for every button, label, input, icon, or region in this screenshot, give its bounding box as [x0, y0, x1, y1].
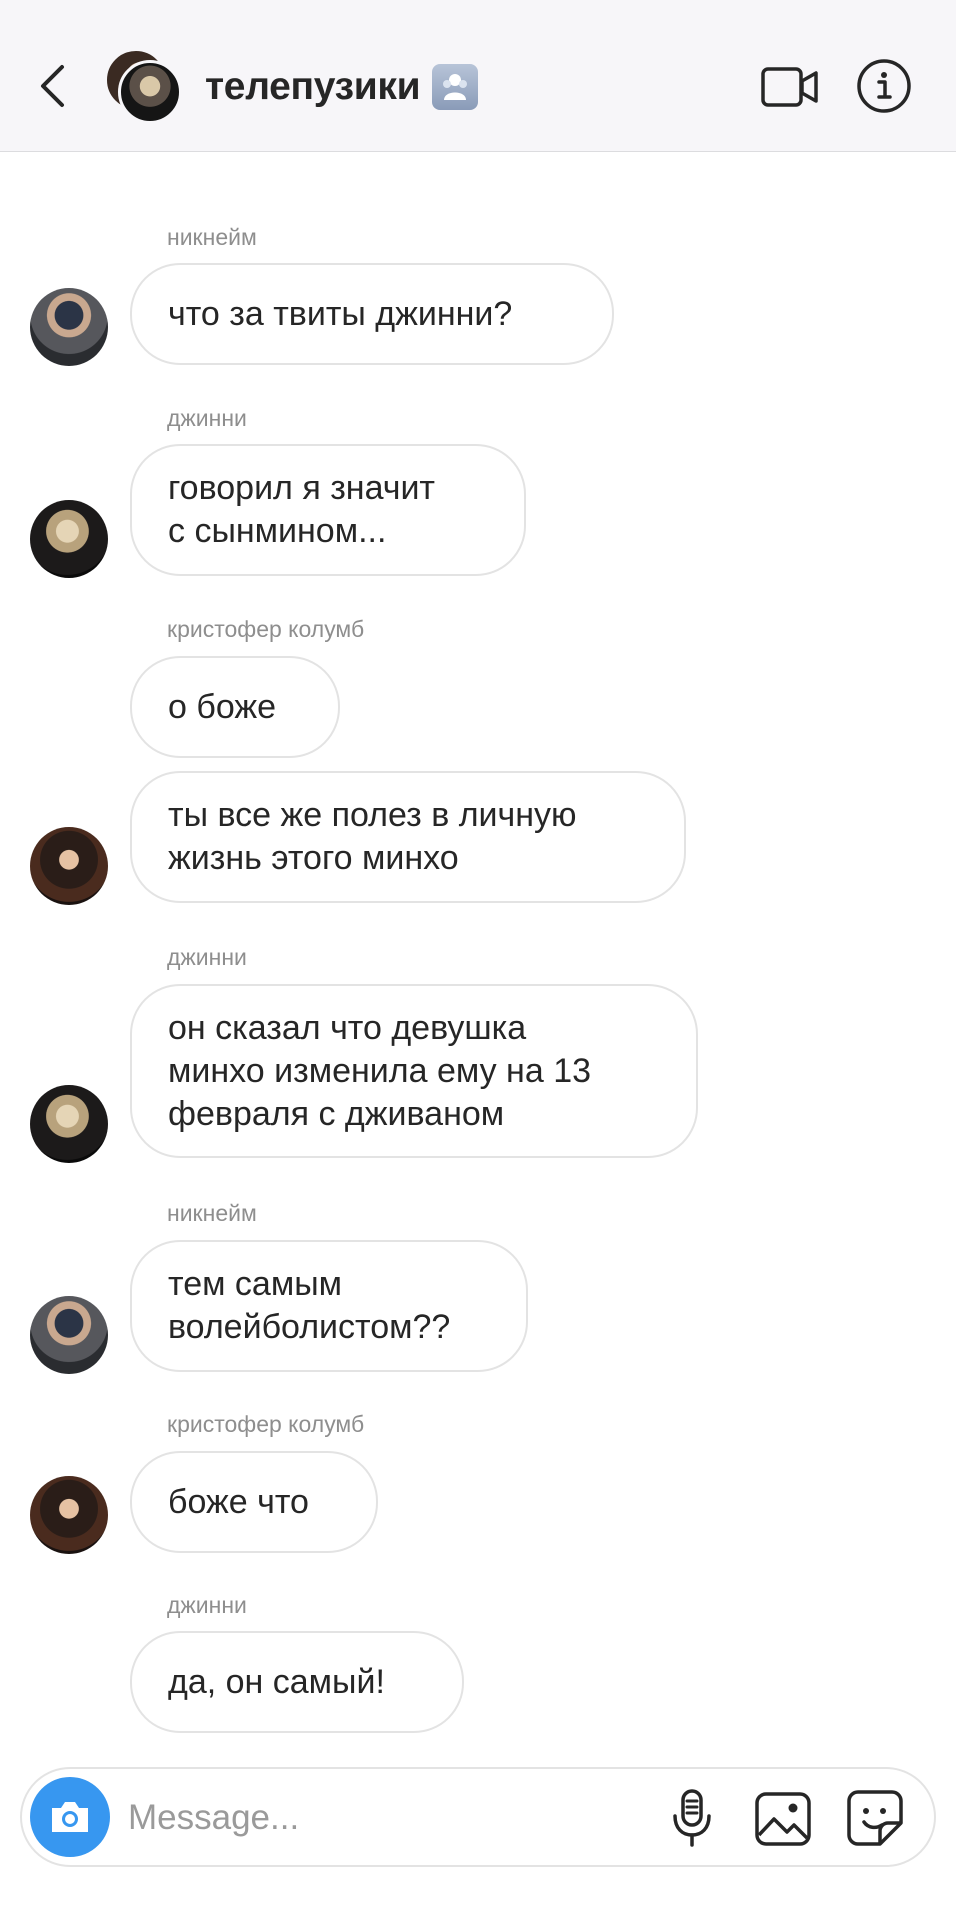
- sender-avatar[interactable]: [30, 1476, 108, 1554]
- sender-avatar[interactable]: [30, 827, 108, 905]
- message-bubble[interactable]: он сказал что девушка минхо изменила ему…: [130, 984, 698, 1158]
- message-composer: [20, 1767, 936, 1867]
- sender-name: джинни: [167, 1592, 247, 1618]
- microphone-icon: [673, 1789, 711, 1847]
- chat-screen: телепузики никнейм что за твиты джинни? …: [0, 0, 956, 1920]
- back-button[interactable]: [28, 58, 76, 114]
- sender-avatar[interactable]: [30, 1085, 108, 1163]
- sticker-button[interactable]: [844, 1787, 906, 1849]
- sender-name: никнейм: [167, 224, 257, 250]
- sticker-icon: [847, 1790, 903, 1846]
- gallery-icon: [755, 1792, 811, 1846]
- chevron-left-icon: [41, 65, 64, 107]
- sender-avatar[interactable]: [30, 500, 108, 578]
- sender-name: кристофер колумб: [167, 616, 365, 642]
- message-bubble[interactable]: боже что: [130, 1451, 378, 1553]
- video-call-button[interactable]: [760, 64, 820, 110]
- sender-avatar[interactable]: [30, 1296, 108, 1374]
- message-bubble[interactable]: что за твиты джинни?: [130, 263, 614, 365]
- chat-header: телепузики: [0, 0, 956, 152]
- video-camera-icon: [761, 67, 818, 107]
- gallery-button[interactable]: [752, 1789, 814, 1849]
- info-icon: [857, 59, 911, 113]
- message-bubble[interactable]: говорил я значит с сынмином...: [130, 444, 526, 576]
- sender-name: джинни: [167, 405, 247, 431]
- chat-title-area[interactable]: телепузики: [205, 62, 479, 112]
- message-input[interactable]: [126, 1791, 530, 1845]
- voice-message-button[interactable]: [662, 1787, 722, 1849]
- sender-name: никнейм: [167, 1200, 257, 1226]
- group-emoji-icon: [432, 64, 479, 110]
- message-bubble[interactable]: о боже: [130, 656, 340, 758]
- message-bubble[interactable]: ты все же полез в личную жизнь этого мин…: [130, 771, 686, 903]
- group-member-avatar: [118, 60, 182, 124]
- message-bubble[interactable]: тем самым волейболистом??: [130, 1240, 528, 1372]
- sender-name: джинни: [167, 944, 247, 970]
- group-avatar[interactable]: [104, 48, 184, 126]
- sender-avatar[interactable]: [30, 288, 108, 366]
- message-bubble[interactable]: да, он самый!: [130, 1631, 464, 1733]
- info-button[interactable]: [856, 58, 912, 114]
- camera-icon: [52, 1802, 88, 1832]
- chat-title: телепузики: [205, 65, 421, 108]
- camera-button[interactable]: [30, 1777, 110, 1857]
- sender-name: кристофер колумб: [167, 1411, 365, 1437]
